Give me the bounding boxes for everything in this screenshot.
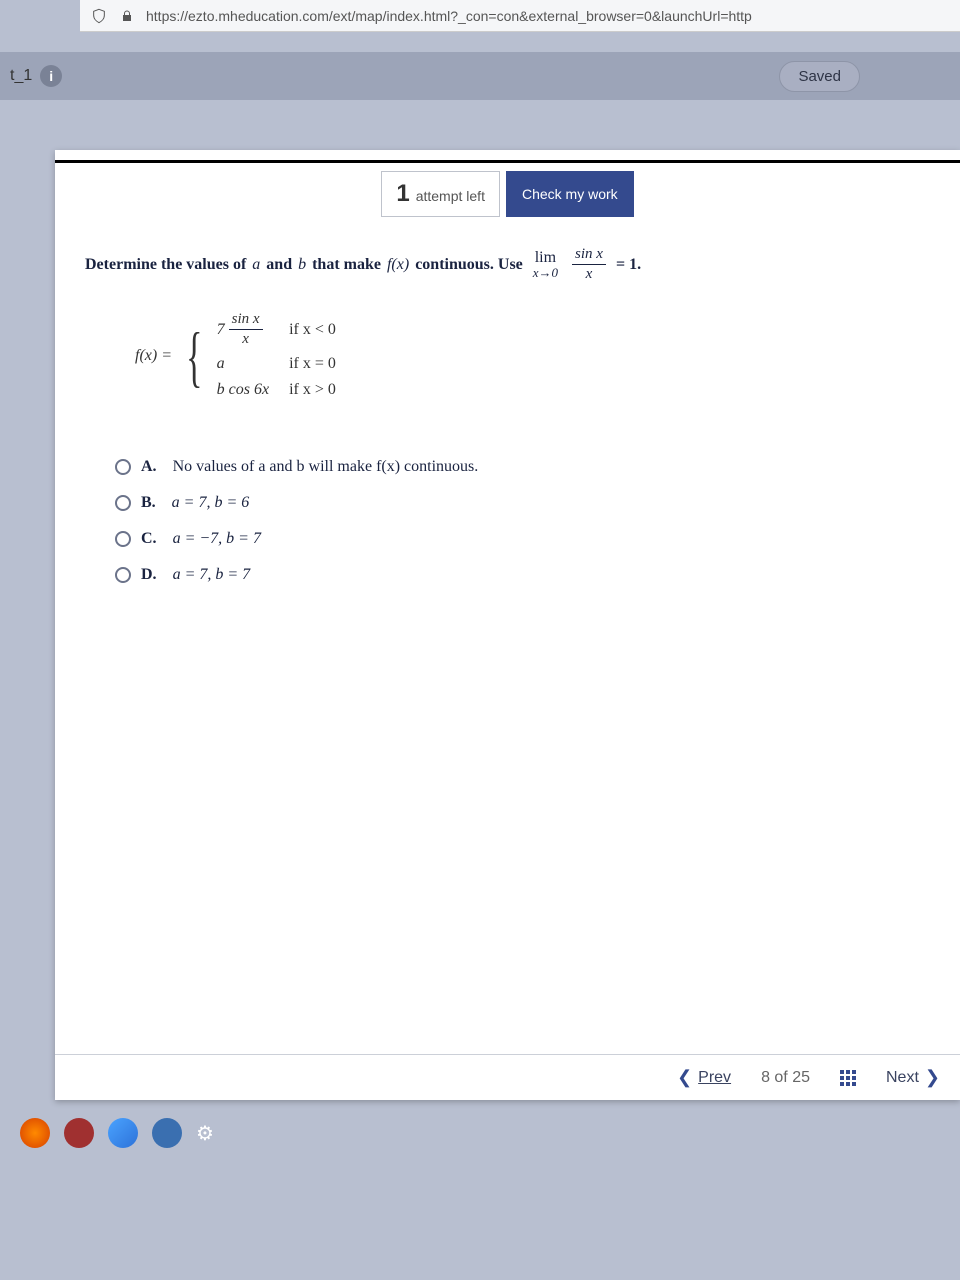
fx-equals: f(x) = (135, 347, 172, 365)
choice-text: No values of a and b will make f(x) cont… (173, 458, 479, 476)
frac-den: x (586, 265, 593, 282)
bottom-nav: ❮ Prev 8 of 25 Next ❯ (55, 1054, 960, 1100)
answer-choices: A. No values of a and b will make f(x) c… (115, 449, 930, 593)
choice-c[interactable]: C. a = −7, b = 7 (115, 521, 930, 557)
tab-label: t_1 (10, 67, 32, 85)
frac-num: sin x (572, 247, 606, 265)
chevron-right-icon: ❯ (925, 1067, 940, 1088)
var-b: b (298, 256, 306, 274)
choice-d[interactable]: D. a = 7, b = 7 (115, 557, 930, 593)
prev-label: Prev (698, 1069, 731, 1087)
choice-a[interactable]: A. No values of a and b will make f(x) c… (115, 449, 930, 485)
choice-letter: C. (141, 530, 157, 548)
chevron-left-icon: ❮ (677, 1067, 692, 1088)
prompt-mid: that make (312, 256, 381, 274)
equals-one: = 1. (616, 256, 641, 274)
limit: lim x→0 (533, 250, 558, 279)
case1-expr: 7 sin x x (217, 312, 269, 347)
choice-text: a = 7, b = 7 (173, 566, 251, 584)
address-bar: https://ezto.mheducation.com/ext/map/ind… (80, 0, 960, 32)
var-a: a (252, 256, 260, 274)
next-button[interactable]: Next ❯ (886, 1067, 940, 1088)
choice-letter: B. (141, 494, 156, 512)
prev-button[interactable]: ❮ Prev (677, 1067, 731, 1088)
brace-icon: { (186, 326, 202, 386)
fraction-sinx-x: sin x x (572, 247, 606, 282)
choice-text: a = −7, b = 7 (173, 530, 261, 548)
case1-coeff: 7 (217, 321, 225, 339)
case1-frac: sin x x (229, 312, 263, 347)
choice-letter: D. (141, 566, 157, 584)
choice-b[interactable]: B. a = 7, b = 6 (115, 485, 930, 521)
attempts-text: attempt left (416, 188, 485, 204)
piecewise-function: f(x) = { 7 sin x x if x < 0 a if x = 0 b… (135, 312, 930, 399)
lim-word: lim (535, 250, 556, 266)
app-icon[interactable] (64, 1118, 94, 1148)
attempts-remaining: 1 attempt left (381, 171, 500, 217)
question-prompt: Determine the values of a and b that mak… (85, 247, 930, 282)
fx: f(x) (387, 256, 409, 274)
toolbar: 1 attempt left Check my work (55, 171, 960, 217)
taskbar: ⚙ (0, 1110, 300, 1156)
check-my-work-button[interactable]: Check my work (506, 171, 634, 217)
next-label: Next (886, 1069, 919, 1087)
lock-icon (118, 7, 136, 25)
question-area: Determine the values of a and b that mak… (55, 217, 960, 593)
case1-num: sin x (229, 312, 263, 330)
case1-cond: if x < 0 (289, 321, 336, 339)
choice-text: a = 7, b = 6 (172, 494, 250, 512)
radio-a[interactable] (115, 459, 131, 475)
cloud-icon[interactable] (108, 1118, 138, 1148)
pager: 8 of 25 (761, 1069, 810, 1087)
radio-d[interactable] (115, 567, 131, 583)
case1-den: x (242, 330, 249, 347)
case3-cond: if x > 0 (289, 381, 336, 399)
case3-expr: b cos 6x (217, 381, 269, 399)
grid-icon[interactable] (840, 1070, 856, 1086)
radio-b[interactable] (115, 495, 131, 511)
case2-cond: if x = 0 (289, 355, 336, 373)
saved-badge: Saved (779, 61, 860, 92)
piecewise-cases: 7 sin x x if x < 0 a if x = 0 b cos 6x i… (217, 312, 336, 399)
mail-icon[interactable] (152, 1118, 182, 1148)
lim-sub: x→0 (533, 266, 558, 279)
info-icon[interactable]: i (40, 65, 62, 87)
tab-strip: t_1 i Saved (0, 52, 960, 100)
prompt-cont: continuous. Use (415, 256, 523, 274)
content-page: 1 attempt left Check my work Determine t… (55, 150, 960, 1100)
top-border (55, 160, 960, 163)
gear-icon[interactable]: ⚙ (196, 1121, 214, 1146)
attempts-number: 1 (396, 180, 409, 208)
prompt-lead: Determine the values of (85, 256, 246, 274)
choice-letter: A. (141, 458, 157, 476)
prompt-and: and (266, 256, 292, 274)
shield-icon[interactable] (90, 7, 108, 25)
firefox-icon[interactable] (20, 1118, 50, 1148)
case2-expr: a (217, 355, 269, 373)
url-text[interactable]: https://ezto.mheducation.com/ext/map/ind… (146, 8, 752, 24)
radio-c[interactable] (115, 531, 131, 547)
